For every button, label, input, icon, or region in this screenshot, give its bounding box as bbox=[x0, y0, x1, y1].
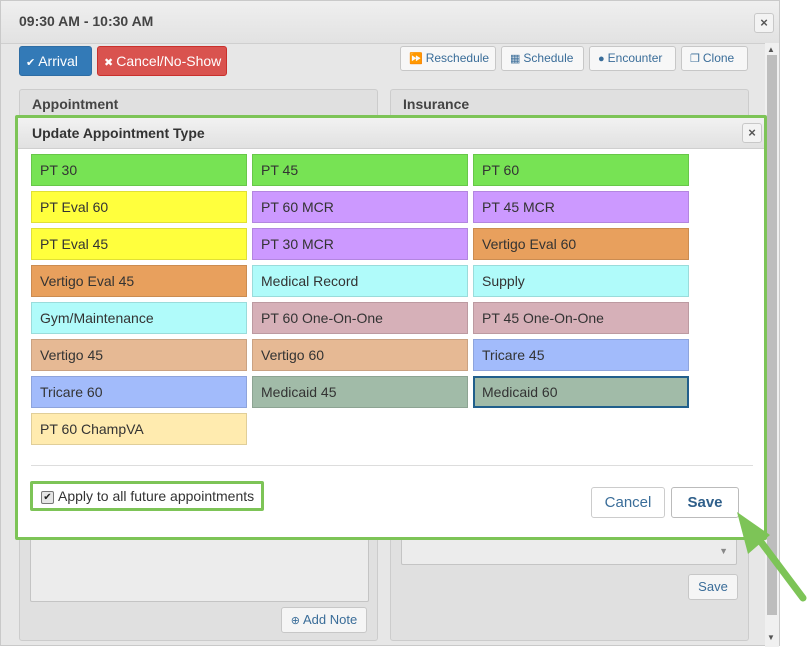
scroll-down-icon[interactable]: ▼ bbox=[767, 633, 775, 642]
save-button[interactable]: Save bbox=[671, 487, 739, 518]
dialog-close-icon[interactable]: × bbox=[742, 123, 762, 143]
window-title: 09:30 AM - 10:30 AM bbox=[19, 13, 154, 29]
appointment-type-option[interactable]: Vertigo Eval 60 bbox=[473, 228, 689, 260]
appointment-type-option[interactable]: Gym/Maintenance bbox=[31, 302, 247, 334]
appointment-type-option[interactable]: Vertigo Eval 45 bbox=[31, 265, 247, 297]
window-scrollbar[interactable]: ▲ ▼ bbox=[765, 43, 779, 647]
check-icon: ✔ bbox=[26, 57, 36, 69]
user-icon: ● bbox=[598, 53, 605, 65]
apply-future-label: Apply to all future appointments bbox=[58, 488, 255, 504]
dialog-title: Update Appointment Type bbox=[32, 125, 205, 141]
reschedule-label: Reschedule bbox=[425, 51, 490, 65]
times-icon: ✖ bbox=[104, 57, 114, 69]
apply-future-checkbox[interactable]: ✔ bbox=[41, 491, 54, 504]
note-textarea[interactable] bbox=[30, 535, 369, 602]
appointment-heading: Appointment bbox=[32, 96, 119, 112]
appointment-type-option[interactable]: PT 30 MCR bbox=[252, 228, 468, 260]
clone-label: Clone bbox=[702, 51, 735, 65]
insurance-save-button[interactable]: Save bbox=[688, 574, 738, 600]
schedule-button[interactable]: ▦ Schedule bbox=[501, 46, 584, 71]
dialog-divider bbox=[31, 465, 753, 466]
scroll-up-icon[interactable]: ▲ bbox=[767, 45, 775, 54]
cancel-no-show-button[interactable]: ✖ Cancel/No-Show bbox=[97, 46, 227, 76]
cancel-button[interactable]: Cancel bbox=[591, 487, 665, 518]
cancel-no-show-label: Cancel/No-Show bbox=[116, 53, 222, 69]
encounter-label: Encounter bbox=[607, 51, 663, 65]
calendar-icon: ▦ bbox=[510, 53, 521, 65]
appointment-type-option[interactable]: PT 45 bbox=[252, 154, 468, 186]
appointment-type-option[interactable]: PT 45 MCR bbox=[473, 191, 689, 223]
appointment-type-option[interactable]: PT 60 ChampVA bbox=[31, 413, 247, 445]
appointment-type-option[interactable]: Supply bbox=[473, 265, 689, 297]
appointment-type-option[interactable]: PT 60 MCR bbox=[252, 191, 468, 223]
copy-icon: ❐ bbox=[690, 53, 700, 65]
insurance-heading: Insurance bbox=[403, 96, 470, 112]
appointment-type-option[interactable]: Medicaid 60 bbox=[473, 376, 689, 408]
scroll-thumb[interactable] bbox=[767, 55, 777, 615]
appointment-type-option[interactable]: Tricare 60 bbox=[31, 376, 247, 408]
appointment-type-option[interactable]: Medicaid 45 bbox=[252, 376, 468, 408]
appointment-type-option[interactable]: Medical Record bbox=[252, 265, 468, 297]
appointment-type-option[interactable]: PT 30 bbox=[31, 154, 247, 186]
appointment-type-option[interactable]: Vertigo 45 bbox=[31, 339, 247, 371]
appointment-type-option[interactable]: PT 60 One-On-One bbox=[252, 302, 468, 334]
arrival-button[interactable]: ✔ Arrival bbox=[19, 46, 92, 76]
appointment-type-option[interactable]: Vertigo 60 bbox=[252, 339, 468, 371]
appointment-type-option[interactable]: PT 60 bbox=[473, 154, 689, 186]
window-titlebar: 09:30 AM - 10:30 AM × bbox=[1, 1, 779, 44]
arrival-label: Arrival bbox=[38, 53, 78, 69]
reschedule-button[interactable]: ⏩ Reschedule bbox=[400, 46, 496, 71]
chevron-down-icon: ▼ bbox=[719, 546, 728, 556]
plus-circle-icon: ⊕ bbox=[290, 615, 300, 627]
window-close-icon[interactable]: × bbox=[754, 13, 774, 33]
add-note-button[interactable]: ⊕ Add Note bbox=[281, 607, 367, 633]
encounter-button[interactable]: ● Encounter bbox=[589, 46, 676, 71]
add-note-label: Add Note bbox=[303, 612, 358, 627]
apply-future-option[interactable]: ✔ Apply to all future appointments bbox=[30, 481, 264, 511]
appointment-type-option[interactable]: PT 45 One-On-One bbox=[473, 302, 689, 334]
appointment-type-option[interactable]: Tricare 45 bbox=[473, 339, 689, 371]
update-appointment-type-dialog: Update Appointment Type × PT 30 PT 45 PT 6… bbox=[15, 115, 767, 540]
dialog-titlebar: Update Appointment Type × bbox=[18, 118, 764, 149]
schedule-label: Schedule bbox=[523, 51, 574, 65]
fast-forward-icon: ⏩ bbox=[409, 53, 423, 65]
appointment-type-option[interactable]: PT Eval 45 bbox=[31, 228, 247, 260]
appointment-type-option[interactable]: PT Eval 60 bbox=[31, 191, 247, 223]
clone-button[interactable]: ❐ Clone bbox=[681, 46, 748, 71]
appointment-type-grid: PT 30 PT 45 PT 60 PT Eval 60 PT 60 MCR PT 45 … bbox=[31, 154, 693, 450]
